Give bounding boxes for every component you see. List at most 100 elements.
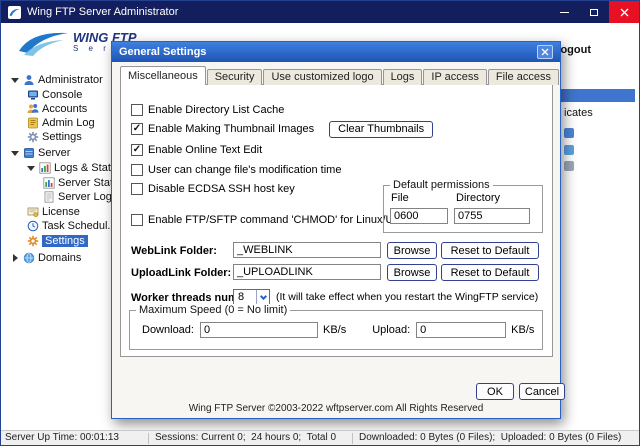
status-transfers: Downloaded: 0 Bytes (0 Files); Uploaded:… <box>359 432 621 443</box>
tree-expander-closed-icon[interactable] <box>11 254 20 263</box>
dialog-titlebar[interactable]: General Settings <box>112 42 560 62</box>
sidebar-item-label: Task Schedul... <box>42 220 117 232</box>
download-speed-input[interactable] <box>200 322 318 338</box>
checkbox-row: Enable FTP/SFTP command 'CHMOD' for Linu… <box>131 213 408 227</box>
tab-file-access[interactable]: File access <box>488 69 559 85</box>
ecdsa-ssh-key-checkbox[interactable] <box>131 183 143 195</box>
ok-button[interactable]: OK <box>476 383 514 400</box>
app-logo-icon <box>8 6 21 19</box>
tree-expander-open-icon[interactable] <box>11 149 20 158</box>
directory-label: Directory <box>456 192 500 204</box>
dialog-tab-strip: Miscellaneous Security Use customized lo… <box>120 66 560 85</box>
upload-unit: KB/s <box>511 324 534 336</box>
tab-security[interactable]: Security <box>207 69 263 85</box>
sidebar-item-domains[interactable]: Domains <box>11 251 81 265</box>
sidebar-item-server-logs[interactable]: Server Log... <box>43 190 121 204</box>
modification-time-checkbox[interactable] <box>131 164 143 176</box>
worker-threads-dropdown[interactable]: 8 <box>233 289 270 305</box>
checkbox-label: Enable Directory List Cache <box>148 104 284 116</box>
dialog-close-button[interactable] <box>537 45 553 59</box>
sidebar-item-label: Settings <box>42 235 88 247</box>
weblink-folder-input[interactable] <box>233 242 381 258</box>
os-titlebar[interactable]: Wing FTP Server Administrator <box>1 1 639 23</box>
checkbox-label: Enable FTP/SFTP command 'CHMOD' for Linu… <box>148 214 408 226</box>
server-icon <box>23 147 35 159</box>
checkbox-row: Enable Making Thumbnail Images Clear Thu… <box>131 122 433 136</box>
accounts-icon <box>27 103 39 115</box>
file-label: File <box>391 192 409 204</box>
console-icon <box>27 89 39 101</box>
sidebar-item-admin-log[interactable]: Admin Log <box>27 116 95 130</box>
sidebar-item-label: Settings <box>42 131 82 143</box>
status-uptime: Server Up Time: 00:01:13 <box>5 432 119 443</box>
sidebar-item-console[interactable]: Console <box>27 88 82 102</box>
weblink-folder-row: WebLink Folder: <box>131 242 217 259</box>
download-unit: KB/s <box>323 324 346 336</box>
settings-gear-icon <box>27 131 39 143</box>
settings-gear-orange-icon <box>27 235 39 247</box>
sidebar-item-settings-server[interactable]: Settings <box>27 234 88 248</box>
file-permission-input[interactable] <box>390 208 448 224</box>
sidebar-item-label: Admin Log <box>42 117 95 129</box>
clock-icon <box>27 220 39 232</box>
sidebar-item-accounts[interactable]: Accounts <box>27 102 87 116</box>
uploadlink-folder-input[interactable] <box>233 264 381 280</box>
cancel-button[interactable]: Cancel <box>519 383 565 400</box>
sidebar-item-logs-stats[interactable]: Logs & Stat... <box>27 161 120 175</box>
dialog-footer-text: Wing FTP Server ©2003-2022 wftpserver.co… <box>112 403 560 414</box>
chevron-down-icon <box>256 290 269 304</box>
status-bar: Server Up Time: 00:01:13 Sessions: Curre… <box>1 430 639 445</box>
document-icon <box>43 191 55 203</box>
tree-expander-open-icon[interactable] <box>11 76 20 85</box>
clear-thumbnails-button[interactable]: Clear Thumbnails <box>329 121 433 138</box>
window-title: Wing FTP Server Administrator <box>27 6 178 18</box>
upload-speed-input[interactable] <box>416 322 506 338</box>
tab-use-customized-logo[interactable]: Use customized logo <box>263 69 381 85</box>
tab-ip-access[interactable]: IP access <box>423 69 487 85</box>
sidebar-item-server[interactable]: Server <box>11 146 70 160</box>
sidebar-item-task-scheduler[interactable]: Task Schedul... <box>27 219 117 233</box>
checkbox-label: User can change file's modification time <box>148 164 341 176</box>
directory-list-cache-checkbox[interactable] <box>131 104 143 116</box>
sidebar-item-label: Console <box>42 89 82 101</box>
background-partial-label[interactable]: icates <box>564 107 593 119</box>
license-icon <box>27 206 39 218</box>
close-button[interactable] <box>609 1 639 23</box>
checkbox-row: Enable Directory List Cache <box>131 103 284 117</box>
default-permissions-legend: Default permissions <box>390 179 493 191</box>
weblink-reset-button[interactable]: Reset to Default <box>441 242 539 259</box>
checkbox-row: Enable Online Text Edit <box>131 143 262 157</box>
background-selected-row[interactable] <box>561 89 635 102</box>
admin-log-icon <box>27 117 39 129</box>
directory-permission-input[interactable] <box>454 208 530 224</box>
checkbox-row: User can change file's modification time <box>131 163 341 177</box>
weblink-browse-button[interactable]: Browse <box>387 242 437 259</box>
sidebar-item-label: Domains <box>38 252 81 264</box>
maximize-button[interactable] <box>579 1 609 23</box>
partial-list-icon <box>564 128 574 138</box>
tree-expander-open-icon[interactable] <box>27 164 36 173</box>
checkbox-label: Enable Online Text Edit <box>148 144 262 156</box>
tab-panel-miscellaneous: Enable Directory List Cache Enable Makin… <box>120 84 553 357</box>
sidebar-item-label: License <box>42 206 80 218</box>
online-text-edit-checkbox[interactable] <box>131 144 143 156</box>
checkbox-label: Disable ECDSA SSH host key <box>148 183 295 195</box>
tab-logs[interactable]: Logs <box>383 69 423 85</box>
uploadlink-browse-button[interactable]: Browse <box>387 264 437 281</box>
default-permissions-group: Default permissions File Directory <box>383 185 543 233</box>
thumbnail-images-checkbox[interactable] <box>131 123 143 135</box>
sidebar-item-settings-admin[interactable]: Settings <box>27 130 82 144</box>
partial-list-icon <box>564 145 574 155</box>
chmod-command-checkbox[interactable] <box>131 214 143 226</box>
checkbox-label: Enable Making Thumbnail Images <box>148 123 314 135</box>
sidebar-item-license[interactable]: License <box>27 205 80 219</box>
uploadlink-folder-row: UploadLink Folder: <box>131 264 231 281</box>
tab-miscellaneous[interactable]: Miscellaneous <box>120 66 206 85</box>
minimize-button[interactable] <box>549 1 579 23</box>
uploadlink-reset-button[interactable]: Reset to Default <box>441 264 539 281</box>
status-divider <box>148 433 149 444</box>
sidebar-item-administrator[interactable]: Administrator <box>11 73 103 87</box>
worker-threads-note: (It will take effect when you restart th… <box>276 291 538 303</box>
maximize-icon <box>590 9 598 16</box>
globe-icon <box>23 252 35 264</box>
